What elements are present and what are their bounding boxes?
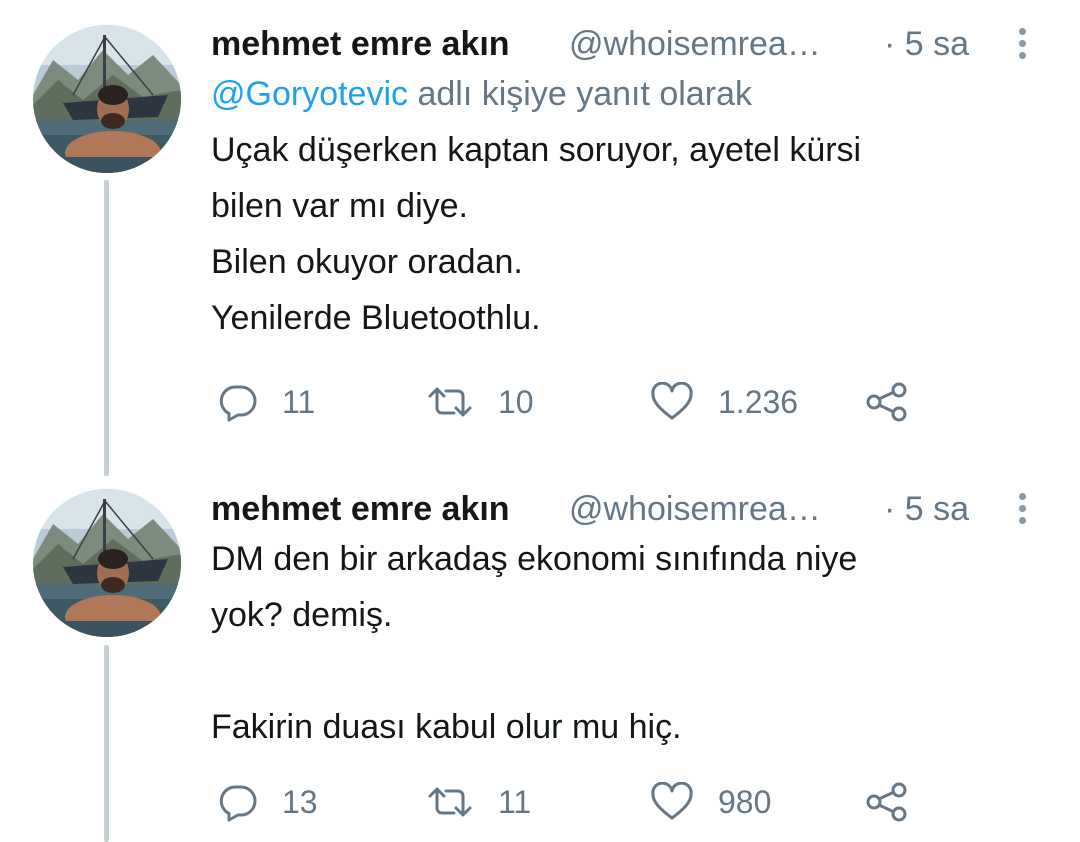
- heart-icon: [651, 782, 693, 820]
- reply-icon: [219, 785, 257, 822]
- reply-context: @Goryotevic adlı kişiye yanıt olarak: [211, 66, 1040, 122]
- tweet-content: mehmet emre akın @whoisemrea… · 5 sa @Go…: [211, 22, 1040, 346]
- more-vertical-icon[interactable]: [1011, 26, 1035, 62]
- share-icon: [866, 782, 907, 822]
- timestamp[interactable]: · 5 sa: [884, 22, 969, 66]
- tweet-actions: 11 10 1.236: [218, 377, 938, 427]
- reply-button[interactable]: 13: [218, 777, 318, 827]
- reply-button[interactable]: 11: [218, 377, 315, 427]
- reply-count: 11: [282, 384, 316, 420]
- tweet-thread: mehmet emre akın @whoisemrea… · 5 sa @Go…: [0, 0, 1080, 842]
- author-name[interactable]: mehmet emre akın: [211, 22, 510, 66]
- retweet-icon: [428, 387, 472, 417]
- tweet-text: DM den bir arkadaş ekonomi sınıfında niy…: [211, 540, 858, 746]
- timestamp[interactable]: · 5 sa: [884, 487, 969, 531]
- mention-link[interactable]: @Goryotevic: [211, 75, 408, 113]
- retweet-button[interactable]: 11: [426, 777, 531, 827]
- thread-line: [104, 180, 109, 476]
- retweet-count: 10: [498, 384, 534, 420]
- avatar[interactable]: [33, 25, 181, 173]
- share-button[interactable]: [864, 777, 910, 827]
- tweet[interactable]: mehmet emre akın @whoisemrea… · 5 sa DM …: [0, 465, 1080, 842]
- like-count: 1.236: [718, 384, 799, 420]
- retweet-icon: [428, 787, 472, 817]
- heart-icon: [651, 382, 693, 420]
- author-name[interactable]: mehmet emre akın: [211, 487, 510, 531]
- like-button[interactable]: 1.236: [650, 377, 798, 427]
- like-button[interactable]: 980: [650, 777, 771, 827]
- share-button[interactable]: [864, 377, 910, 427]
- retweet-count: 11: [498, 784, 532, 820]
- more-vertical-icon[interactable]: [1011, 491, 1035, 527]
- author-handle[interactable]: @whoisemrea…: [569, 22, 821, 66]
- tweet-text: Uçak düşerken kaptan soruyor, ayetel kür…: [211, 131, 862, 337]
- reply-count: 13: [282, 784, 318, 820]
- tweet[interactable]: mehmet emre akın @whoisemrea… · 5 sa @Go…: [0, 0, 1080, 476]
- reply-icon: [219, 385, 257, 422]
- tweet-content: mehmet emre akın @whoisemrea… · 5 sa DM …: [211, 487, 1040, 755]
- reply-context-label: adlı kişiye yanıt olarak: [408, 75, 752, 113]
- thread-line: [104, 645, 109, 842]
- tweet-header: mehmet emre akın @whoisemrea… · 5 sa: [211, 487, 1040, 531]
- tweet-actions: 13 11 980: [218, 777, 938, 827]
- share-icon: [866, 382, 907, 422]
- tweet-header: mehmet emre akın @whoisemrea… · 5 sa: [211, 22, 1040, 66]
- like-count: 980: [718, 784, 772, 820]
- retweet-button[interactable]: 10: [426, 377, 534, 427]
- avatar[interactable]: [33, 489, 181, 637]
- author-handle[interactable]: @whoisemrea…: [569, 487, 821, 531]
